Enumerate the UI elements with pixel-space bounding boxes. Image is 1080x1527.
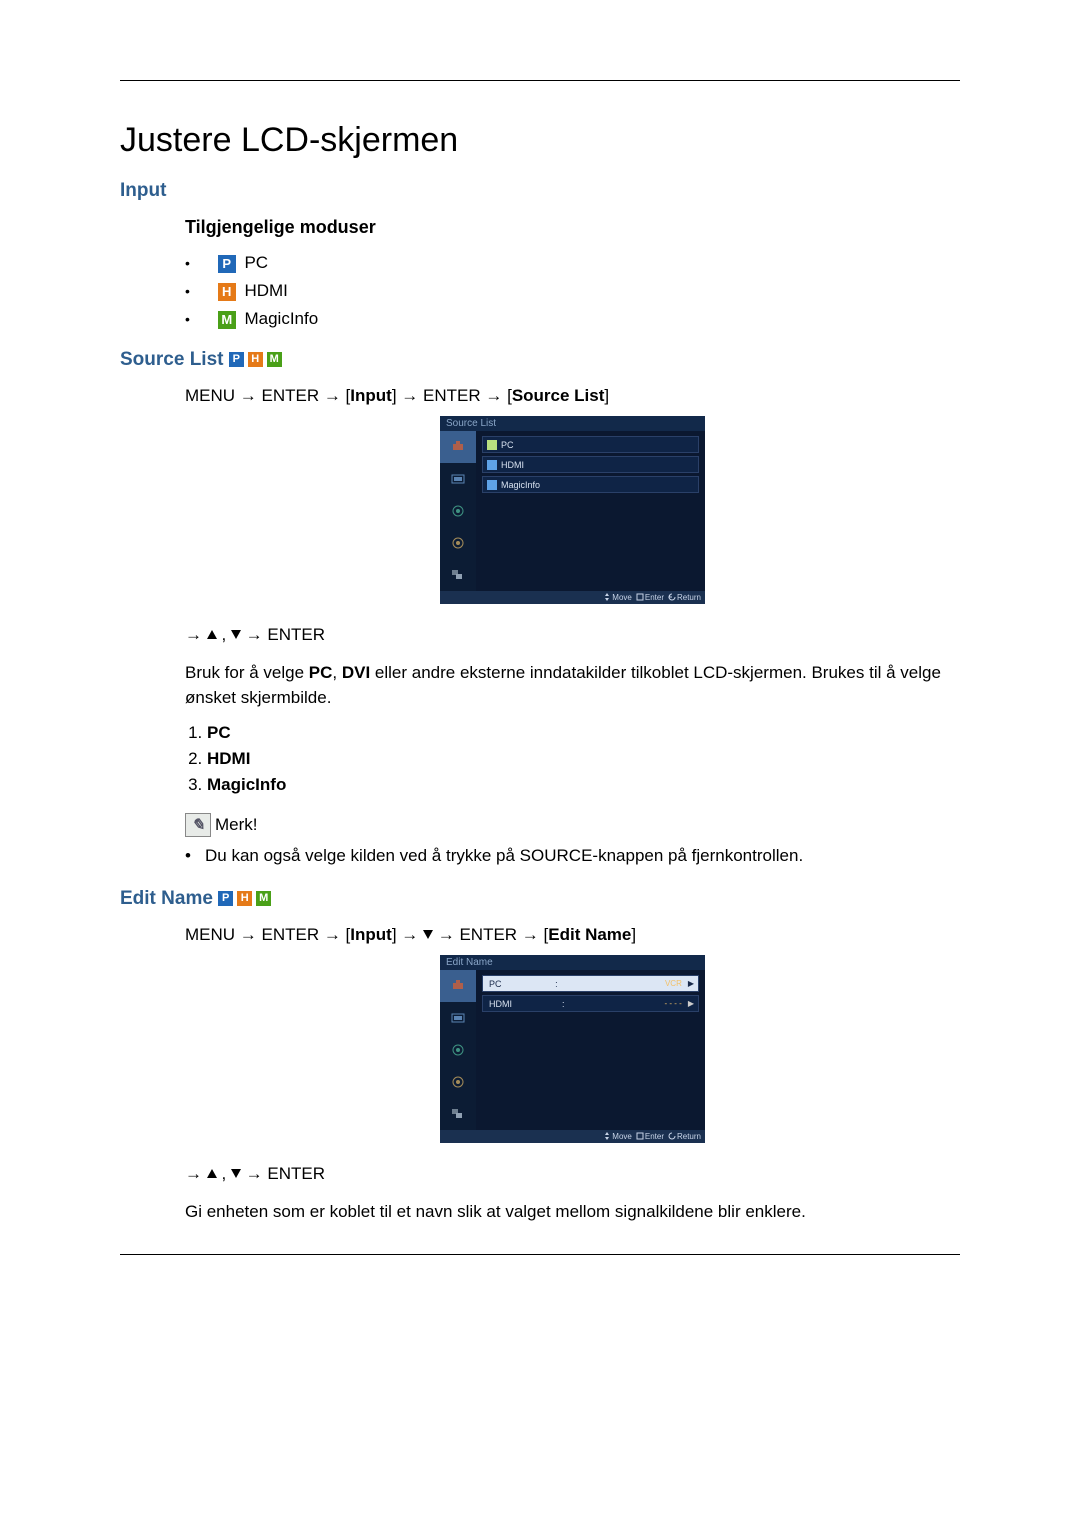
osd1-footer: Move Enter Return xyxy=(440,591,705,604)
modes-list: P PC H HDMI M MagicInfo xyxy=(185,253,960,329)
mode-item-hdmi: H HDMI xyxy=(185,281,960,301)
osd-move-icon: Move xyxy=(603,593,632,602)
osd1-row-pc: PC xyxy=(482,436,699,453)
m-badge-icon-2: M xyxy=(256,891,271,906)
note-text: Du kan også velge kilden ved å trykke på… xyxy=(185,843,960,869)
note-bullet: Du kan også velge kilden ved å trykke på… xyxy=(185,843,960,869)
osd-side-sound-icon xyxy=(440,495,476,527)
mode-item-pc: P PC xyxy=(185,253,960,273)
p-badge-icon-2: P xyxy=(218,891,233,906)
osd-side-input-icon-2 xyxy=(440,970,476,1002)
osd-side-multi-icon xyxy=(440,559,476,591)
osd-return-icon: Return xyxy=(668,593,701,602)
osd1-sidebar xyxy=(440,431,476,591)
mode-badge-h-icon: H xyxy=(218,283,236,301)
source-list-desc: Bruk for å velge PC, DVI eller andre eks… xyxy=(185,660,960,711)
mode-item-magic: M MagicInfo xyxy=(185,309,960,329)
down-arrow-icon xyxy=(231,630,241,639)
osd-side-sound-icon-2 xyxy=(440,1034,476,1066)
source-numbered-list: PC HDMI MagicInfo xyxy=(185,723,960,795)
numlist-2: HDMI xyxy=(207,749,960,769)
osd-enter-icon: Enter xyxy=(636,593,664,602)
p-badge-icon: P xyxy=(229,352,244,367)
osd-move-icon-2: Move xyxy=(603,1132,632,1141)
edit-name-heading: Edit Name PHM xyxy=(120,888,960,910)
numlist-3: MagicInfo xyxy=(207,775,960,795)
osd1-title: Source List xyxy=(440,416,705,431)
m-badge-icon: M xyxy=(267,352,282,367)
modes-heading: Tilgjengelige moduser xyxy=(185,217,960,238)
note-icon: ✎ xyxy=(185,813,211,837)
page-title: Justere LCD-skjermen xyxy=(120,121,960,160)
osd1-row-hdmi: HDMI xyxy=(482,456,699,473)
down-arrow-icon-3 xyxy=(231,1169,241,1178)
osd2-title: Edit Name xyxy=(440,955,705,970)
mode-label-pc: PC xyxy=(244,253,268,272)
osd-side-picture-icon xyxy=(440,463,476,495)
up-arrow-icon xyxy=(207,630,217,639)
up-arrow-icon-2 xyxy=(207,1169,217,1178)
osd-edit-name: Edit Name PC : VCR▶ HDMI xyxy=(440,955,705,1143)
osd-side-setup-icon xyxy=(440,527,476,559)
source-list-heading: Source List PHM xyxy=(120,349,960,371)
osd1-row-magic: MagicInfo xyxy=(482,476,699,493)
menu-path-edit-name: MENU → ENTER → [Input] → → ENTER → [Edit… xyxy=(185,925,960,945)
note-row: ✎ Merk! xyxy=(185,813,960,837)
edit-name-desc: Gi enheten som er koblet til et navn sli… xyxy=(185,1199,960,1225)
top-divider xyxy=(120,80,960,81)
osd2-footer: Move Enter Return xyxy=(440,1130,705,1143)
mode-badge-p-icon: P xyxy=(218,255,236,273)
h-badge-icon: H xyxy=(248,352,263,367)
nav-hint-2: → , → ENTER xyxy=(185,1161,960,1187)
menu-path-source-list: MENU → ENTER → [Input] → ENTER → [Source… xyxy=(185,386,960,406)
bottom-divider xyxy=(120,1254,960,1255)
osd-side-input-icon xyxy=(440,431,476,463)
osd-source-list: Source List PC HDMI MagicInfo Move Enter xyxy=(440,416,705,604)
osd2-row-pc: PC : VCR▶ xyxy=(482,975,699,992)
osd2-sidebar xyxy=(440,970,476,1130)
osd2-row-hdmi: HDMI : - - - -▶ xyxy=(482,995,699,1012)
nav-hint-1: → , → ENTER xyxy=(185,622,960,648)
osd-return-icon-2: Return xyxy=(668,1132,701,1141)
mode-label-hdmi: HDMI xyxy=(244,281,287,300)
section-input-heading: Input xyxy=(120,180,960,202)
osd-side-setup-icon-2 xyxy=(440,1066,476,1098)
mode-label-magic: MagicInfo xyxy=(244,309,318,328)
osd-side-multi-icon-2 xyxy=(440,1098,476,1130)
h-badge-icon-2: H xyxy=(237,891,252,906)
arrow-right-icon: ▶ xyxy=(688,979,694,988)
osd-side-picture-icon-2 xyxy=(440,1002,476,1034)
mode-badge-m-icon: M xyxy=(218,311,236,329)
down-arrow-icon-2 xyxy=(423,930,433,939)
numlist-1: PC xyxy=(207,723,960,743)
arrow-right-icon-2: ▶ xyxy=(688,999,694,1008)
note-label: Merk! xyxy=(215,815,258,835)
osd-enter-icon-2: Enter xyxy=(636,1132,664,1141)
